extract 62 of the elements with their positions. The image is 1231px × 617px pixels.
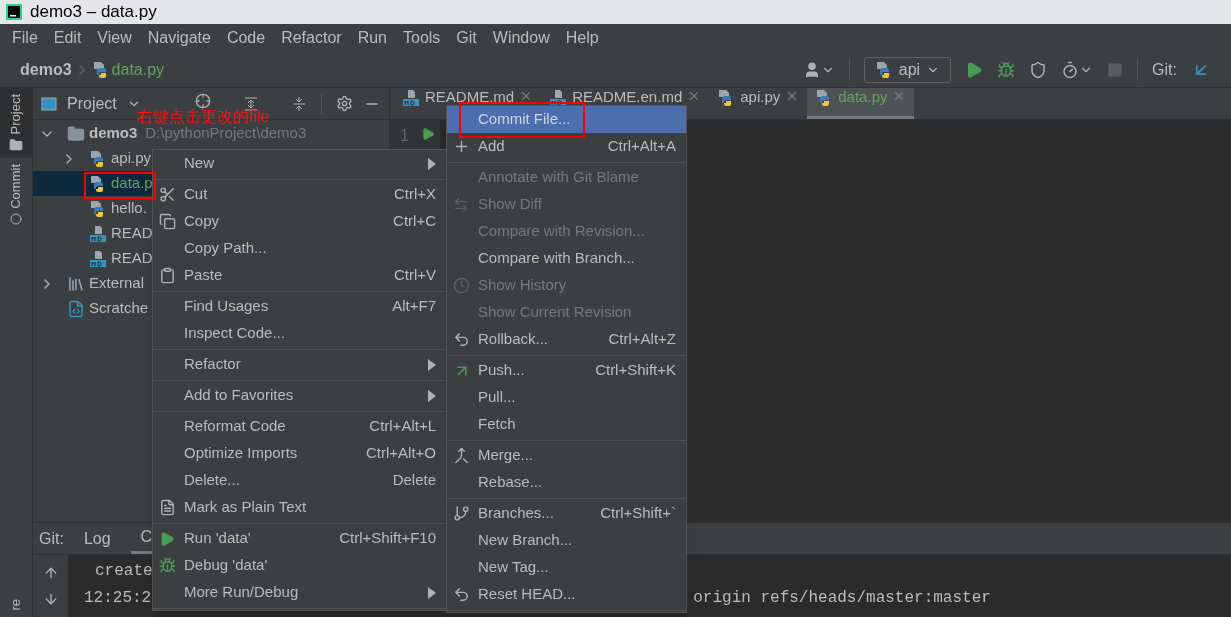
tree-label: READ [111, 248, 153, 269]
console-line: 12:25:2 [84, 587, 152, 609]
menu-item-label: Find Usages [184, 296, 269, 317]
menu-item-label: Reformat Code [184, 416, 286, 437]
menu-item-label: Show Diff [478, 194, 542, 215]
tree-label: READ [111, 223, 153, 244]
menu-item-label: Reset HEAD... [478, 584, 576, 605]
shortcut-label: Alt+F7 [392, 296, 436, 317]
menu-item-label: Delete... [184, 470, 240, 491]
tree-label: demo3 [89, 124, 138, 144]
menu-item-label: Add [478, 136, 505, 157]
menu-item-label: Fetch [478, 414, 516, 435]
console-line: origin refs/heads/master:master [693, 587, 991, 609]
console-line: create [95, 560, 153, 582]
menu-item-label: More Run/Debug [184, 582, 299, 603]
window-title: demo3 – data.py [30, 1, 157, 24]
shortcut-label: Ctrl+Alt+L [369, 416, 436, 437]
shortcut-label: Ctrl+X [393, 184, 436, 205]
menu-item-label: Commit File... [478, 109, 571, 130]
menu-item-label: Add to Favorites [184, 385, 294, 406]
annotation-text: 右键点击更改的file [137, 109, 270, 125]
shortcut-label: Ctrl+V [393, 265, 436, 286]
menu-item-label: Annotate with Git Blame [478, 167, 639, 188]
menu-item-label: New Tag... [478, 557, 549, 578]
shortcut-label: Ctrl+C [393, 211, 436, 232]
tree-label: data.p [111, 173, 153, 194]
menu-item-label: Pull... [478, 387, 516, 408]
menu-item-label: Merge... [478, 445, 534, 466]
menu-item-label: Copy Path... [184, 238, 267, 259]
menu-item-label: Debug 'data' [184, 555, 268, 576]
shortcut-label: Delete [392, 470, 436, 491]
menu-item-label: Compare with Revision... [478, 221, 645, 242]
shortcut-label: Ctrl+Shift+K [595, 360, 676, 381]
menu-item-label: Rebase... [478, 472, 543, 493]
menu-item-label: Inspect Code... [184, 323, 285, 344]
menu-item-label: Push... [478, 360, 525, 381]
tree-label: External [89, 273, 145, 294]
shortcut-label: Ctrl+Alt+O [365, 443, 436, 464]
tree-label: Scratche [89, 298, 149, 319]
shortcut-label: Ctrl+Alt+A [607, 136, 676, 157]
panel-title: Git: [39, 528, 64, 549]
menu-item-label: Rollback... [478, 329, 549, 350]
menu-item-label: New Branch... [478, 530, 573, 551]
menu-item-label: Paste [184, 265, 223, 286]
menu-item-label: Refactor [184, 354, 241, 375]
menu-item-label: Cut [184, 184, 208, 205]
menu-item-label: Branches... [478, 503, 554, 524]
shortcut-label: Ctrl+Alt+Z [608, 329, 676, 350]
shortcut-label: Ctrl+Shift+` [600, 503, 676, 524]
menu-item-label: Show History [478, 275, 567, 296]
menu-item-label: Copy [184, 211, 220, 232]
path-label: D:\pythonProject\demo3 [145, 124, 307, 144]
menu-item-label: New [184, 153, 214, 174]
menu-item-label: Mark as Plain Text [184, 497, 307, 518]
tree-label: api.py [111, 148, 152, 169]
menu-item-label: Show Current Revision [478, 302, 632, 323]
git-label: Git: [1152, 59, 1177, 80]
tree-label: hello. [111, 198, 147, 219]
menu-item-label: Run 'data' [184, 528, 251, 549]
shortcut-label: Ctrl+Shift+F10 [339, 528, 436, 549]
menu-item-label: Optimize Imports [184, 443, 298, 464]
menu-item-label: Compare with Branch... [478, 248, 635, 269]
